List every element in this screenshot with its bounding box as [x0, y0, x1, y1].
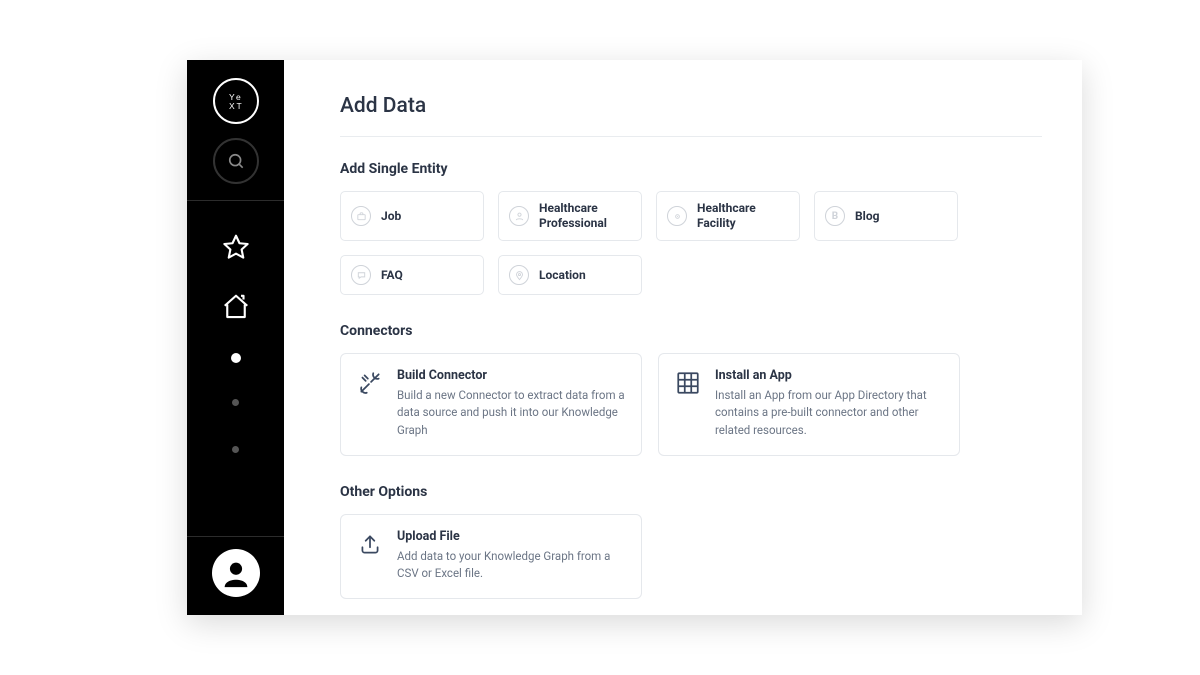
person-icon: [219, 556, 253, 590]
entity-chip-faq[interactable]: FAQ: [340, 255, 484, 295]
connectors-card-row: Build Connector Build a new Connector to…: [340, 353, 1042, 456]
nav-dot-active[interactable]: [231, 353, 241, 363]
user-avatar[interactable]: [212, 549, 260, 597]
entity-chip-job[interactable]: Job: [340, 191, 484, 241]
pin-icon: [509, 265, 529, 285]
briefcase-icon: [351, 206, 371, 226]
entity-chip-location[interactable]: Location: [498, 255, 642, 295]
star-icon: [221, 232, 251, 262]
person-icon: [509, 206, 529, 226]
section-heading-single-entity: Add Single Entity: [340, 161, 1042, 177]
page-title: Add Data: [340, 94, 1042, 136]
main-content: Add Data Add Single Entity Job Healthcar…: [284, 60, 1082, 615]
home-icon: [221, 292, 251, 322]
chip-label: Blog: [855, 209, 879, 224]
nav-favorites[interactable]: [216, 227, 256, 267]
section-heading-other: Other Options: [340, 484, 1042, 500]
card-title: Upload File: [397, 529, 625, 544]
svg-text:T: T: [236, 101, 241, 111]
upload-icon: [357, 531, 383, 557]
card-description: Install an App from our App Directory th…: [715, 387, 943, 439]
search-button[interactable]: [213, 138, 259, 184]
card-upload-file[interactable]: Upload File Add data to your Knowledge G…: [340, 514, 642, 600]
brand-logo[interactable]: Y e X T: [213, 78, 259, 124]
chat-icon: [351, 265, 371, 285]
card-title: Install an App: [715, 368, 943, 383]
chip-label: FAQ: [381, 268, 403, 283]
card-description: Build a new Connector to extract data fr…: [397, 387, 625, 439]
card-description: Add data to your Knowledge Graph from a …: [397, 548, 625, 583]
grid-icon: [675, 370, 701, 396]
chip-label: Healthcare Facility: [697, 201, 789, 231]
sidebar-divider-bottom: [187, 536, 284, 537]
entity-chip-row-1: Job Healthcare Professional Healthcare F…: [340, 191, 1042, 241]
sidebar: Y e X T: [187, 60, 284, 615]
chip-label: Job: [381, 209, 401, 224]
badge-b-icon: B: [825, 206, 845, 226]
card-title: Build Connector: [397, 368, 625, 383]
chip-label: Healthcare Professional: [539, 201, 631, 231]
nav-dot-3[interactable]: [232, 446, 239, 453]
card-build-connector[interactable]: Build Connector Build a new Connector to…: [340, 353, 642, 456]
section-heading-connectors: Connectors: [340, 323, 1042, 339]
nav-home[interactable]: [216, 287, 256, 327]
entity-chip-healthcare-professional[interactable]: Healthcare Professional: [498, 191, 642, 241]
entity-chip-row-2: FAQ Location: [340, 255, 1042, 295]
entity-chip-blog[interactable]: B Blog: [814, 191, 958, 241]
card-install-app[interactable]: Install an App Install an App from our A…: [658, 353, 960, 456]
tools-icon: [357, 370, 383, 396]
svg-text:X: X: [229, 101, 235, 111]
other-card-row: Upload File Add data to your Knowledge G…: [340, 514, 1042, 600]
search-icon: [226, 151, 246, 171]
sidebar-divider: [187, 200, 284, 201]
horizontal-rule: [340, 136, 1042, 137]
chip-label: Location: [539, 268, 586, 283]
nav-dot-2[interactable]: [232, 399, 239, 406]
entity-chip-healthcare-facility[interactable]: Healthcare Facility: [656, 191, 800, 241]
target-icon: [667, 206, 687, 226]
app-window: Y e X T: [187, 60, 1082, 615]
